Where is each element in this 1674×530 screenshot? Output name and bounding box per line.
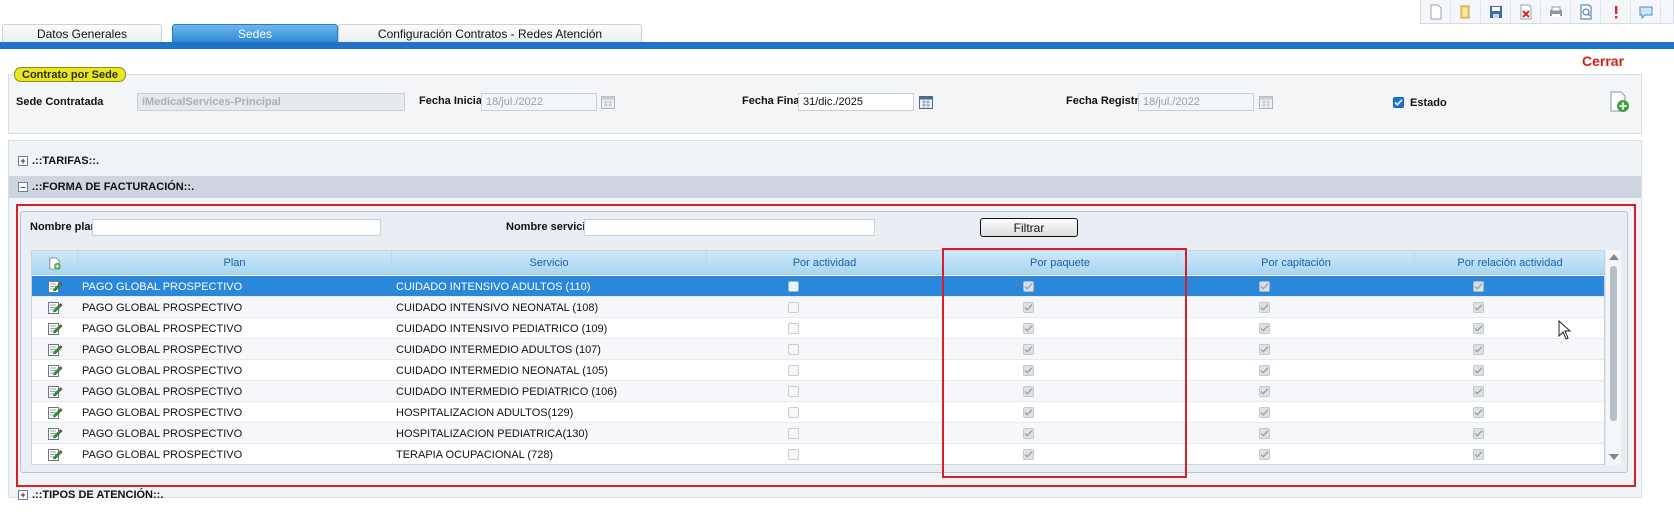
fecha-inicial-field: 18/jul./2022 <box>481 93 597 111</box>
calendar-icon <box>1259 96 1273 109</box>
fecha-registro-label: Fecha Registro <box>1066 95 1146 107</box>
fecha-inicial-label: Fecha Inicial <box>419 95 486 107</box>
alert-icon[interactable] <box>1601 0 1631 23</box>
section-forma-facturacion[interactable]: – .::FORMA DE FACTURACIÓN::. <box>9 176 1641 198</box>
section-tarifas-title: .::TARIFAS::. <box>32 155 100 167</box>
search-document-icon[interactable] <box>1571 0 1601 23</box>
contrato-badge: Contrato por Sede <box>14 67 126 82</box>
calendar-icon <box>601 96 615 109</box>
tab-configuracion-contratos[interactable]: Configuración Contratos - Redes Atención <box>338 24 642 43</box>
fecha-final-field[interactable]: 31/dic./2025 <box>798 93 914 111</box>
estado-checkbox[interactable] <box>1393 97 1404 108</box>
section-tipos-atencion-title: .::TIPOS DE ATENCIÓN::. <box>32 489 164 501</box>
collapse-icon[interactable]: – <box>18 182 28 192</box>
tab-sedes[interactable]: Sedes <box>172 24 338 43</box>
highlight-outline-facturacion <box>16 204 1636 487</box>
sede-contratada-label: Sede Contratada <box>16 96 104 108</box>
tab-bar-line <box>0 42 1674 49</box>
calendar-icon[interactable] <box>919 95 933 109</box>
expand-icon[interactable]: + <box>18 490 28 500</box>
delete-icon[interactable] <box>1511 0 1541 23</box>
highlight-outline-por-paquete <box>942 248 1187 478</box>
close-link[interactable]: Cerrar <box>1582 53 1624 69</box>
open-folder-icon[interactable] <box>1451 0 1481 23</box>
sede-contratada-field: iMedicalServices-Principal <box>137 93 405 111</box>
fecha-registro-field: 18/jul./2022 <box>1138 93 1254 111</box>
fecha-final-label: Fecha Final <box>742 95 803 107</box>
print-icon[interactable] <box>1541 0 1571 23</box>
new-document-icon[interactable] <box>1421 0 1451 23</box>
expand-icon[interactable]: + <box>18 156 28 166</box>
section-forma-facturacion-title: .::FORMA DE FACTURACIÓN::. <box>32 181 195 193</box>
section-tarifas[interactable]: + .::TARIFAS::. <box>9 150 1641 172</box>
save-icon[interactable] <box>1481 0 1511 23</box>
top-toolbar <box>1420 0 1674 24</box>
add-document-icon[interactable] <box>1608 91 1630 113</box>
section-tipos-atencion[interactable]: + .::TIPOS DE ATENCIÓN::. <box>9 484 1641 506</box>
mouse-cursor-icon <box>1558 320 1572 340</box>
chat-icon[interactable] <box>1631 0 1661 23</box>
tab-datos-generales[interactable]: Datos Generales <box>2 24 162 43</box>
estado-label: Estado <box>1410 97 1447 109</box>
